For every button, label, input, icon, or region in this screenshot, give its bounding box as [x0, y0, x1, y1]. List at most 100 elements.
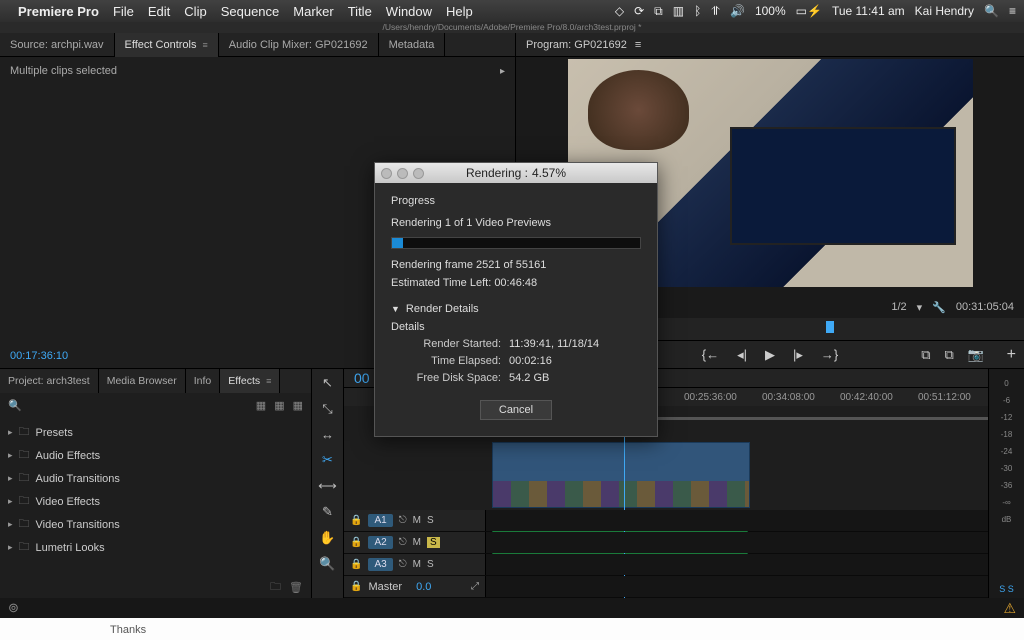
window-max-dot[interactable] [413, 168, 424, 179]
fx-yuv-icon[interactable]: ▦ [293, 399, 303, 412]
link-icon[interactable]: ⎋ [399, 559, 407, 570]
menu-help[interactable]: Help [446, 4, 473, 19]
zoom-tool-icon[interactable]: 🔍 [319, 556, 335, 572]
new-bin-icon[interactable]: 🗀 [270, 578, 281, 597]
tab-source[interactable]: Source: archpi.wav [0, 33, 115, 57]
creative-cloud-icon[interactable]: ⊚ [8, 600, 19, 616]
menu-marker[interactable]: Marker [293, 4, 333, 19]
wifi-icon[interactable]: ⥣ [711, 4, 720, 19]
menu-file[interactable]: File [113, 4, 134, 19]
dropbox-icon[interactable]: ⧉ [654, 4, 663, 19]
track-select-tool-icon[interactable]: ⤡ [322, 401, 332, 417]
selection-tool-icon[interactable]: ↖ [322, 375, 333, 391]
notification-icon[interactable]: ◇ [615, 4, 624, 18]
playhead-marker[interactable] [826, 321, 834, 333]
mute-toggle[interactable]: M [413, 559, 421, 570]
mute-toggle[interactable]: M [413, 515, 421, 526]
lock-icon[interactable]: 🔒 [350, 581, 362, 592]
extract-icon[interactable]: ⧉ [945, 347, 954, 363]
battery-percent[interactable]: 100% [755, 4, 786, 18]
source-timecode[interactable]: 00:17:36:10 [10, 350, 68, 362]
fx-folder-lumetri[interactable]: ▸🗀Lumetri Looks [8, 536, 303, 559]
tab-media-browser[interactable]: Media Browser [99, 369, 186, 393]
fx-folder-audio-transitions[interactable]: ▸🗀Audio Transitions [8, 467, 303, 490]
effects-tree: ▸🗀Presets ▸🗀Audio Effects ▸🗀Audio Transi… [0, 417, 311, 563]
play-icon[interactable]: ▶ [765, 347, 775, 363]
ruler-tick: 00:51:12:00 [918, 392, 971, 403]
panel-menu-icon[interactable]: ≡ [266, 376, 271, 386]
track-label[interactable]: A3 [368, 558, 392, 571]
link-icon[interactable]: ⎋ [399, 515, 407, 526]
lock-icon[interactable]: 🔒 [350, 515, 362, 526]
user-name[interactable]: Kai Hendry [915, 4, 974, 18]
ripple-tool-icon[interactable]: ↔ [321, 427, 334, 442]
slip-tool-icon[interactable]: ⟷ [318, 478, 337, 494]
chevron-down-icon[interactable]: ▾ [917, 301, 923, 314]
cc-status-icon[interactable]: ▥ [673, 4, 684, 18]
tab-metadata[interactable]: Metadata [379, 33, 446, 57]
export-frame-icon[interactable]: 📷 [968, 347, 984, 363]
fx-32-icon[interactable]: ▦ [274, 399, 284, 412]
menu-edit[interactable]: Edit [148, 4, 170, 19]
panel-menu-icon[interactable]: ≡ [203, 40, 208, 50]
menu-clip[interactable]: Clip [184, 4, 206, 19]
add-button-icon[interactable]: + [1007, 346, 1016, 364]
search-icon[interactable]: 🔍 [8, 399, 22, 412]
tool-palette: ↖ ⤡ ↔ ✂ ⟷ ✎ ✋ 🔍 [312, 369, 344, 598]
dialog-titlebar[interactable]: Rendering : 4.57% [375, 163, 657, 183]
menu-title[interactable]: Title [348, 4, 372, 19]
detail-value: 54.2 GB [509, 372, 549, 384]
solo-toggle[interactable]: S [427, 537, 440, 548]
step-back-icon[interactable]: ◂| [737, 347, 747, 363]
link-icon[interactable]: ⎋ [399, 537, 407, 548]
chevron-right-icon[interactable]: ▸ [500, 66, 505, 77]
battery-icon[interactable]: ▭⚡ [796, 4, 822, 18]
pen-tool-icon[interactable]: ✎ [322, 504, 333, 520]
hand-tool-icon[interactable]: ✋ [319, 530, 335, 546]
warning-icon[interactable]: ⚠ [1003, 600, 1016, 617]
spotlight-icon[interactable]: 🔍 [984, 4, 999, 18]
fx-badge-icon[interactable]: ▦ [256, 399, 266, 412]
menu-extra-icon[interactable]: ≡ [1009, 4, 1016, 18]
menu-sequence[interactable]: Sequence [221, 4, 280, 19]
cancel-button[interactable]: Cancel [480, 400, 552, 420]
tab-project[interactable]: Project: arch3test [0, 369, 99, 393]
panel-menu-icon[interactable]: ≡ [635, 39, 641, 51]
solo-toggle[interactable]: S [427, 515, 434, 526]
lift-icon[interactable]: ⧉ [921, 347, 930, 363]
razor-tool-icon[interactable]: ✂ [322, 452, 333, 468]
fx-folder-video-transitions[interactable]: ▸🗀Video Transitions [8, 513, 303, 536]
bluetooth-icon[interactable]: ᛒ [694, 4, 701, 18]
tab-effects[interactable]: Effects≡ [220, 369, 280, 393]
mark-out-icon[interactable]: →} [821, 347, 838, 362]
menu-window[interactable]: Window [386, 4, 432, 19]
fx-folder-video-effects[interactable]: ▸🗀Video Effects [8, 490, 303, 513]
lock-icon[interactable]: 🔒 [350, 537, 362, 548]
track-label[interactable]: A1 [368, 514, 392, 527]
render-details-toggle[interactable]: ▼Render Details [391, 303, 641, 315]
settings-wrench-icon[interactable]: 🔧 [932, 301, 946, 314]
window-min-dot[interactable] [397, 168, 408, 179]
video-clip[interactable] [492, 442, 750, 508]
lock-icon[interactable]: 🔒 [350, 559, 362, 570]
fx-folder-presets[interactable]: ▸🗀Presets [8, 421, 303, 444]
clock[interactable]: Tue 11:41 am [832, 4, 905, 18]
volume-icon[interactable]: 🔊 [730, 4, 745, 18]
fx-folder-audio-effects[interactable]: ▸🗀Audio Effects [8, 444, 303, 467]
solo-toggle[interactable]: S [427, 559, 434, 570]
meter-solo-indicators[interactable]: S S [999, 580, 1014, 598]
sync-icon[interactable]: ⟳ [634, 4, 644, 18]
track-label[interactable]: A2 [368, 536, 392, 549]
mute-toggle[interactable]: M [413, 537, 421, 548]
mark-in-icon[interactable]: {← [702, 347, 719, 362]
zoom-level[interactable]: 1/2 [891, 301, 906, 313]
expand-icon[interactable]: ⤢ [471, 581, 479, 592]
tab-info[interactable]: Info [186, 369, 221, 393]
window-close-dot[interactable] [381, 168, 392, 179]
step-fwd-icon[interactable]: |▸ [793, 347, 803, 363]
master-level[interactable]: 0.0 [416, 581, 431, 593]
tab-audio-mixer[interactable]: Audio Clip Mixer: GP021692 [219, 33, 379, 57]
app-name[interactable]: Premiere Pro [18, 4, 99, 19]
trash-icon[interactable]: 🗑 [289, 581, 303, 594]
tab-effect-controls[interactable]: Effect Controls≡ [115, 33, 219, 57]
